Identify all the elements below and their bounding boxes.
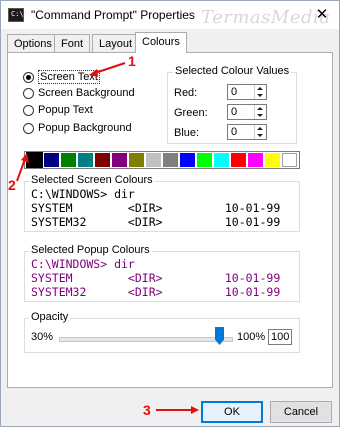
colour-palette <box>24 151 300 169</box>
opacity-min-label: 30% <box>31 331 54 343</box>
green-label: Green: <box>174 107 208 119</box>
spin-up-icon[interactable] <box>257 87 263 90</box>
tab-options[interactable]: Options <box>7 34 59 52</box>
opacity-max-label: 100% <box>237 331 266 343</box>
radio-label: Screen Text <box>38 70 100 84</box>
screen-colours-group-label: Selected Screen Colours <box>29 174 155 186</box>
annotation-number-2: 2 <box>8 177 16 193</box>
green-value[interactable]: 0 <box>231 106 237 118</box>
title-bar: C:\. "Command Prompt" Properties TermasM… <box>1 1 339 29</box>
preview-line: C:\WINDOWS> dir <box>31 257 135 271</box>
colour-swatch[interactable] <box>78 153 93 167</box>
preview-line: SYSTEM32 <DIR> 10-01-99 5:0 <box>31 285 281 299</box>
red-spinner[interactable]: 0 <box>227 84 267 100</box>
popup-colours-group-label: Selected Popup Colours <box>29 244 152 256</box>
window-title: "Command Prompt" Properties <box>31 8 195 22</box>
opacity-slider-track[interactable] <box>59 337 233 342</box>
spin-down-icon[interactable] <box>257 134 263 137</box>
blue-spin-buttons[interactable] <box>254 125 266 139</box>
radio-label: Screen Background <box>38 87 135 99</box>
preview-line: SYSTEM <DIR> 10-01-99 5:0 <box>31 271 281 285</box>
screen-colours-preview: C:\WINDOWS> dir SYSTEM <DIR> 10-01-99 5:… <box>31 187 297 229</box>
spin-up-icon[interactable] <box>257 127 263 130</box>
close-icon: ✕ <box>315 6 329 23</box>
red-value[interactable]: 0 <box>231 86 237 98</box>
colour-swatch[interactable] <box>180 153 195 167</box>
colour-swatch[interactable] <box>129 153 144 167</box>
colour-swatch[interactable] <box>197 153 212 167</box>
colour-swatch[interactable] <box>163 153 178 167</box>
radio-label: Popup Text <box>38 104 93 116</box>
colour-swatch[interactable] <box>231 153 246 167</box>
tab-font[interactable]: Font <box>54 34 91 52</box>
radio-screen-background[interactable]: Screen Background <box>23 87 135 99</box>
green-spin-buttons[interactable] <box>254 105 266 119</box>
opacity-group-label: Opacity <box>29 311 71 323</box>
radio-screen-text[interactable]: Screen Text <box>23 70 100 84</box>
blue-value[interactable]: 0 <box>231 126 237 138</box>
console-app-icon-text: C:\. <box>11 10 28 18</box>
radio-button[interactable] <box>23 87 34 99</box>
annotation-number-1: 1 <box>128 53 136 69</box>
close-button[interactable]: ✕ <box>306 1 338 27</box>
tab-layout[interactable]: Layout <box>92 34 140 52</box>
radio-button-checked[interactable] <box>23 71 34 83</box>
colour-swatch[interactable] <box>248 153 263 167</box>
properties-dialog: C:\. "Command Prompt" Properties TermasM… <box>0 0 340 427</box>
radio-button[interactable] <box>23 104 34 116</box>
colour-swatch[interactable] <box>44 153 59 167</box>
colour-swatch[interactable] <box>112 153 127 167</box>
preview-line: SYSTEM32 <DIR> 10-01-99 5:0 <box>31 215 281 229</box>
colour-swatch[interactable] <box>61 153 76 167</box>
popup-colours-preview: C:\WINDOWS> dir SYSTEM <DIR> 10-01-99 5:… <box>31 257 297 299</box>
spin-down-icon[interactable] <box>257 114 263 117</box>
red-label: Red: <box>174 87 198 99</box>
annotation-number-3: 3 <box>143 402 151 418</box>
preview-line: SYSTEM <DIR> 10-01-99 5:0 <box>31 201 281 215</box>
radio-popup-text[interactable]: Popup Text <box>23 104 93 116</box>
radio-button[interactable] <box>23 122 34 134</box>
preview-line: C:\WINDOWS> dir <box>31 187 135 201</box>
colour-values-group-label: Selected Colour Values <box>173 65 292 77</box>
console-app-icon: C:\. <box>8 8 28 22</box>
blue-label: Blue: <box>174 127 200 139</box>
colour-swatch[interactable] <box>146 153 161 167</box>
colour-swatch[interactable] <box>26 152 43 168</box>
opacity-value-field[interactable]: 100 <box>268 329 292 345</box>
spin-up-icon[interactable] <box>257 107 263 110</box>
colour-swatch[interactable] <box>95 153 110 167</box>
colour-swatch[interactable] <box>214 153 229 167</box>
colour-swatch[interactable] <box>282 153 297 167</box>
radio-popup-background[interactable]: Popup Background <box>23 122 132 134</box>
tab-colours[interactable]: Colours <box>135 32 187 53</box>
red-spin-buttons[interactable] <box>254 85 266 99</box>
radio-label: Popup Background <box>38 122 132 134</box>
green-spinner[interactable]: 0 <box>227 104 267 120</box>
blue-spinner[interactable]: 0 <box>227 124 267 140</box>
annotation-arrowhead-3 <box>191 406 199 414</box>
ok-button[interactable]: OK <box>201 401 263 423</box>
colour-swatch[interactable] <box>265 153 280 167</box>
cancel-button[interactable]: Cancel <box>270 401 332 423</box>
spin-down-icon[interactable] <box>257 94 263 97</box>
